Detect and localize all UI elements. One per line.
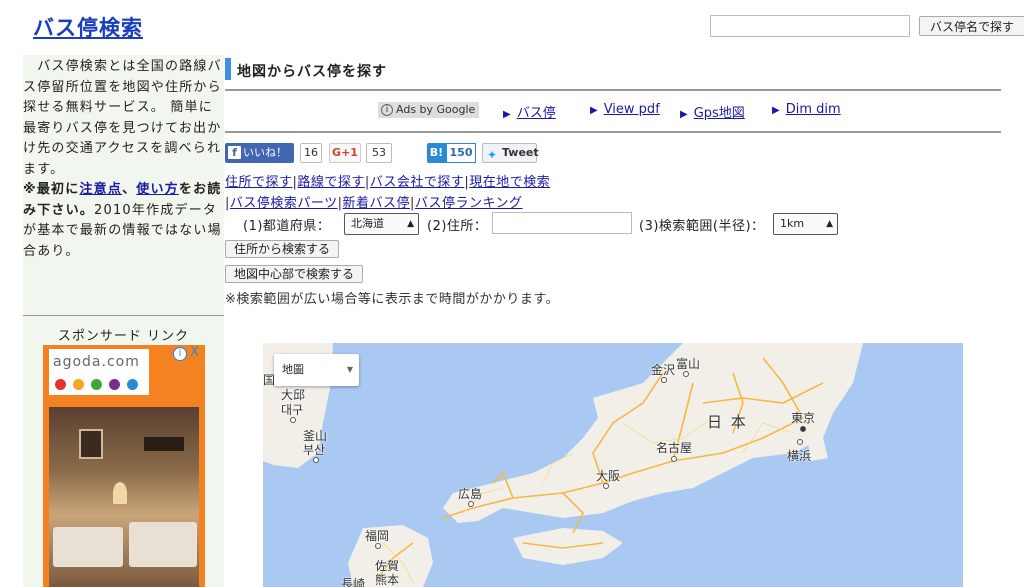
map-label-tokyo: 東京 (791, 411, 816, 425)
map-label-osaka: 大阪 (596, 469, 621, 483)
search-map-center-button[interactable]: 地図中心部で検索する (225, 265, 364, 283)
map-label-kumamoto: 熊本 (375, 573, 400, 587)
site-title[interactable]: バス停検索 (33, 12, 143, 42)
facebook-like-count: 16 (300, 143, 322, 163)
nav-busstop-ranking[interactable]: バス停ランキング (415, 196, 523, 211)
triangle-right-icon: ▶ (590, 105, 598, 116)
ad-link-view-pdf[interactable]: ▶ View pdf (590, 102, 660, 117)
map-label-busan-hangul: 부산 (303, 443, 326, 457)
search-radius-label: (3)検索範囲(半径)： (639, 219, 765, 234)
sidebar-divider (23, 315, 224, 316)
triangle-right-icon: ▶ (680, 109, 688, 120)
agoda-ad-banner[interactable]: agoda.com i X (43, 345, 205, 587)
bus-stop-map[interactable]: 地圖 ▼ 金沢 富山 日 本 東京 横浜 名古屋 大阪 広島 福岡 佐賀 熊本 長… (263, 343, 963, 587)
map-label-edge: 国 (263, 373, 276, 387)
map-city-dot (671, 456, 677, 462)
extra-nav: |バス停検索パーツ|新着バス停|バス停ランキング (225, 196, 523, 211)
map-city-dot (683, 371, 689, 377)
prefecture-label: (1)都道府県： (243, 219, 331, 234)
tweet-button[interactable]: ✦ Tweet (482, 143, 539, 163)
triangle-right-icon: ▶ (772, 105, 780, 116)
logo-dot-purple (109, 379, 120, 390)
ad-info-icon[interactable]: i (173, 347, 187, 361)
lamp (113, 482, 127, 504)
sponsored-link-label: スポンサード リンク (57, 329, 190, 344)
search-range-note: ※検索範囲が広い場合等に表示まで時間がかかります。 (225, 292, 560, 307)
nav-search-by-bus-company[interactable]: バス会社で探す (370, 175, 465, 190)
hatena-bookmark-count: 150 (446, 143, 476, 163)
divider (225, 89, 1001, 91)
address-input[interactable] (492, 212, 632, 234)
nav-busstop-parts[interactable]: バス停検索パーツ (230, 196, 338, 211)
map-label-yokohama: 横浜 (787, 449, 812, 463)
map-city-dot (797, 439, 803, 445)
logo-dot-orange (73, 379, 84, 390)
twitter-bird-icon: ✦ (487, 148, 498, 162)
map-type-selector[interactable]: 地圖 ▼ (274, 354, 359, 386)
map-label-daegu-hangul: 대구 (281, 403, 304, 417)
bed-right (129, 522, 197, 567)
ad-link-busstop[interactable]: ▶ バス停 (503, 102, 556, 121)
intro-text: バス停検索とは全国の路線バス停留所位置を地図や住所から探せる無料サービス。 簡単… (23, 57, 224, 262)
map-label-nagoya: 名古屋 (656, 441, 693, 455)
ads-by-google-label[interactable]: i Ads by Google (378, 102, 480, 118)
ad-link-dim-dim[interactable]: ▶ Dim dim (772, 102, 841, 117)
logo-dot-blue (127, 379, 138, 390)
ad-link-gps-map[interactable]: ▶ Gps地図 (680, 102, 745, 121)
nav-search-by-address[interactable]: 住所で探す (225, 175, 293, 190)
map-label-hiroshima: 広島 (458, 487, 483, 501)
wall-picture (79, 429, 103, 459)
map-city-dot (290, 417, 296, 423)
dropdown-arrow-icon: ▼ (346, 365, 353, 374)
section-heading: 地図からバス停を探す (225, 58, 1001, 82)
map-city-dot (603, 483, 609, 489)
divider (225, 131, 1001, 133)
nav-search-current-location[interactable]: 現在地で検索 (469, 175, 550, 190)
sidebar: バス停検索とは全国の路線バス停留所位置を地図や住所から探せる無料サービス。 簡単… (23, 55, 224, 587)
google-plus-button[interactable]: G+1 (329, 143, 361, 163)
intro-paragraph: バス停検索とは全国の路線バス停留所位置を地図や住所から探せる無料サービス。 簡単… (23, 59, 222, 177)
ad-close-icon[interactable]: X (190, 345, 199, 360)
map-city-dot (313, 457, 319, 463)
map-label-fukuoka: 福岡 (365, 529, 390, 543)
agoda-logo-box: agoda.com (49, 349, 149, 395)
search-method-nav: 住所で探す|路線で探す|バス会社で探す|現在地で検索 (225, 175, 551, 190)
search-radius-select[interactable]: 1km ▲ (773, 213, 838, 235)
hatena-bookmark-button[interactable]: B! (427, 143, 446, 163)
map-label-japan: 日 本 (707, 413, 748, 431)
usage-link[interactable]: 使い方 (136, 182, 179, 197)
hotel-room-photo (49, 407, 199, 587)
map-label-nagasaki: 長崎 (341, 577, 366, 587)
page-title: 地図からバス停を探す (237, 64, 387, 80)
map-city-dot (661, 377, 667, 383)
prefecture-select[interactable]: 北海道 ▲ (344, 213, 419, 235)
triangle-right-icon: ▶ (503, 109, 511, 120)
map-canvas (263, 343, 863, 587)
facebook-icon: f (228, 146, 241, 159)
updown-arrow-icon: ▲ (407, 219, 414, 229)
wall-art (144, 437, 184, 451)
address-label: (2)住所： (427, 219, 488, 234)
info-icon: i (381, 104, 393, 116)
nav-search-by-route[interactable]: 路線で探す (297, 175, 365, 190)
busstop-name-search-input[interactable] (710, 15, 910, 37)
map-city-dot (375, 543, 381, 549)
map-label-toyama: 富山 (676, 357, 701, 371)
map-label-kanazawa: 金沢 (651, 363, 676, 377)
facebook-like-button[interactable]: f いいね！ (225, 143, 294, 163)
caution-link[interactable]: 注意点 (79, 182, 122, 197)
map-capital-dot (800, 426, 806, 432)
heading-accent-bar (225, 58, 231, 80)
google-plus-count: 53 (366, 143, 392, 163)
bed-left (53, 527, 123, 567)
logo-dot-green (91, 379, 102, 390)
shikoku-landmass (513, 528, 623, 565)
updown-arrow-icon: ▲ (826, 219, 833, 229)
map-city-dot (468, 501, 474, 507)
search-from-address-button[interactable]: 住所から検索する (225, 240, 340, 258)
logo-dot-red (55, 379, 66, 390)
nav-new-busstops[interactable]: 新着バス停 (343, 196, 411, 211)
search-by-busstop-name-button[interactable]: バス停名で探す (919, 16, 1024, 36)
agoda-logo: agoda.com (53, 354, 140, 370)
